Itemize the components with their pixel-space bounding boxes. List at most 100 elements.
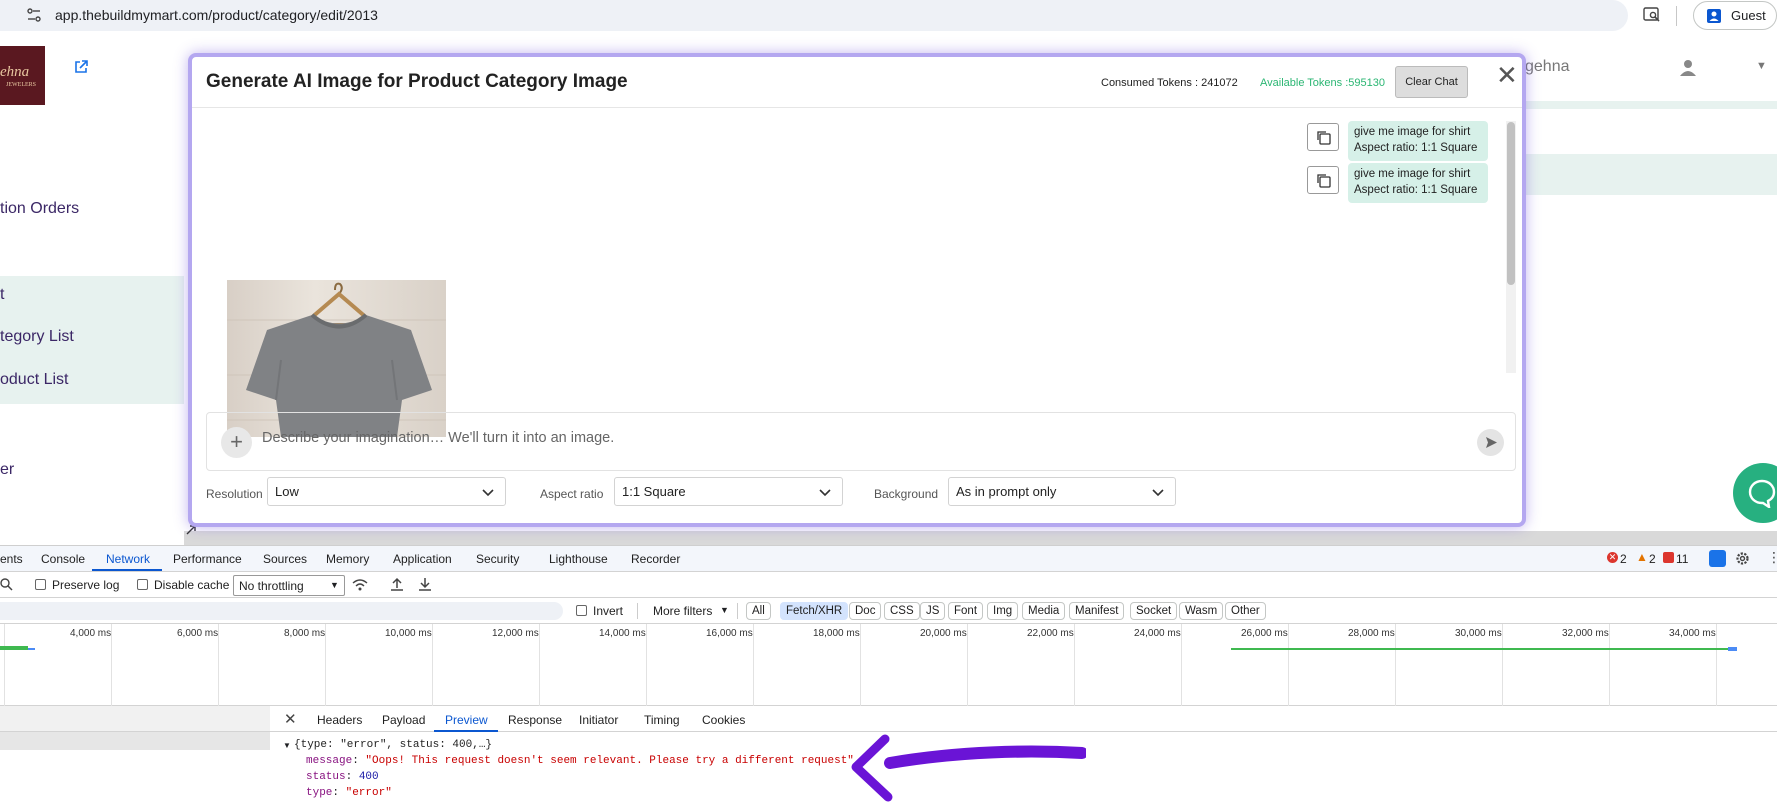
close-icon[interactable]: ✕ [284,710,297,728]
filter-divider [737,603,738,619]
grid-line [967,624,968,706]
aspect-ratio-value: 1:1 Square [622,484,686,499]
filter-chip-media[interactable]: Media [1022,602,1066,620]
filter-chip-socket[interactable]: Socket [1130,602,1178,620]
brand-logo: ehna JEWELERS [0,46,45,105]
grid-line [539,624,540,706]
tab-sources[interactable]: Sources [263,552,307,566]
tab-memory[interactable]: Memory [326,552,369,566]
import-har-icon[interactable] [390,577,404,591]
tab-recorder[interactable]: Recorder [631,552,680,566]
invert-checkbox[interactable] [576,605,587,616]
background-label: Background [874,487,939,501]
json-summary[interactable]: {type: "error", status: 400,…} [294,739,492,751]
sidebar-item-category-list[interactable]: tegory List [0,328,74,346]
aspect-ratio-select[interactable]: 1:1 Square [614,477,843,506]
throttling-select[interactable]: No throttling ▼ [233,575,345,596]
grid-line [1074,624,1075,706]
copy-prompt-button[interactable] [1307,166,1339,194]
error-count[interactable]: 2 [1620,552,1627,566]
copy-icon [1317,131,1331,145]
user-icon[interactable] [1679,59,1697,77]
tab-cookies[interactable]: Cookies [702,713,745,727]
tab-console[interactable]: Console [41,552,85,566]
copy-icon [1317,174,1331,188]
tab-timing[interactable]: Timing [644,713,680,727]
chat-history[interactable]: give me image for shirt Aspect ratio: 1:… [192,108,1522,437]
filter-chip-all[interactable]: All [746,602,771,620]
gear-icon[interactable] [1735,551,1750,566]
chat-scrollbar-thumb[interactable] [1507,122,1515,285]
url-text[interactable]: app.thebuildmymart.com/product/category/… [55,7,378,23]
tab-payload[interactable]: Payload [382,713,425,727]
profile-button[interactable]: Guest [1693,1,1777,30]
search-icon[interactable] [0,578,14,592]
grid-line [753,624,754,706]
tab-headers[interactable]: Headers [317,713,362,727]
json-row-status[interactable]: status: 400 [306,771,379,783]
copy-prompt-button[interactable] [1307,123,1339,151]
filter-input[interactable] [0,602,563,620]
page-search-icon[interactable] [1643,7,1661,23]
timeline-tick: 28,000 ms [1348,628,1395,639]
tab-response[interactable]: Response [508,713,562,727]
more-filters-button[interactable]: More filters [653,604,712,618]
filter-chip-wasm[interactable]: Wasm [1179,602,1224,620]
user-menu[interactable]: gehna [1525,58,1570,76]
sidebar-item-product-list[interactable]: oduct List [0,371,68,389]
filter-chip-other[interactable]: Other [1225,602,1266,620]
disable-cache-label: Disable cache [154,578,230,592]
site-settings-icon[interactable] [26,7,42,23]
filter-chip-fetch-xhr[interactable]: Fetch/XHR [780,602,849,620]
tab-initiator[interactable]: Initiator [579,713,618,727]
tab-performance[interactable]: Performance [173,552,242,566]
filter-chip-manifest[interactable]: Manifest [1069,602,1125,620]
filter-chip-css[interactable]: CSS [884,602,920,620]
chat-widget-button[interactable] [1733,463,1777,523]
prompt-input[interactable] [262,423,1412,453]
resolution-select[interactable]: Low [267,477,506,506]
filter-chip-doc[interactable]: Doc [849,602,882,620]
json-colon: : [352,755,366,767]
tab-security[interactable]: Security [476,552,519,566]
network-timeline[interactable]: 4,000 ms 6,000 ms 8,000 ms 10,000 ms 12,… [0,624,1777,706]
expand-triangle-icon[interactable]: ▼ [283,741,291,750]
tab-elements[interactable]: ents [0,552,23,566]
send-button[interactable] [1477,429,1504,456]
json-row-type[interactable]: type: "error" [306,787,392,799]
sidebar-item-orders[interactable]: tion Orders [0,200,79,218]
disable-cache-checkbox[interactable] [137,579,148,590]
filter-chip-font[interactable]: Font [948,602,984,620]
chevron-down-icon [482,489,494,497]
timeline-request-bar [28,648,35,650]
sidebar-item-product[interactable]: t [0,286,4,304]
user-menu-caret-icon[interactable]: ▼ [1756,60,1767,72]
network-conditions-icon[interactable] [352,578,368,592]
tab-network[interactable]: Network [106,552,150,566]
sidebar-item-other[interactable]: er [0,461,14,479]
add-attachment-button[interactable]: + [221,427,252,458]
close-icon[interactable]: ✕ [1496,62,1518,88]
json-string-value: "Oops! This request doesn't seem relevan… [365,755,854,767]
filter-chip-img[interactable]: Img [987,602,1019,620]
address-bar[interactable]: app.thebuildmymart.com/product/category/… [0,0,1628,31]
json-row-message[interactable]: message: "Oops! This request doesn't see… [306,755,854,767]
filter-chip-js[interactable]: JS [920,602,946,620]
more-options-icon[interactable]: ⋮ [1767,549,1777,566]
tab-preview[interactable]: Preview [445,713,488,727]
warning-count[interactable]: 2 [1649,552,1656,566]
browser-toolbar: app.thebuildmymart.com/product/category/… [0,0,1777,34]
background-select[interactable]: As in prompt only [948,477,1176,506]
timeline-tick: 26,000 ms [1241,628,1288,639]
export-har-icon[interactable] [418,577,432,591]
selected-request-row[interactable] [0,732,270,750]
tab-application[interactable]: Application [393,552,452,566]
preserve-log-checkbox[interactable] [35,579,46,590]
chevron-down-icon[interactable]: ▼ [720,605,729,615]
clear-chat-button[interactable]: Clear Chat [1395,66,1468,98]
json-string-value: "error" [345,787,392,799]
issues-count[interactable]: 11 [1676,552,1688,566]
dock-icon[interactable] [1709,550,1726,567]
tab-lighthouse[interactable]: Lighthouse [549,552,608,566]
external-link-icon[interactable] [74,60,88,74]
